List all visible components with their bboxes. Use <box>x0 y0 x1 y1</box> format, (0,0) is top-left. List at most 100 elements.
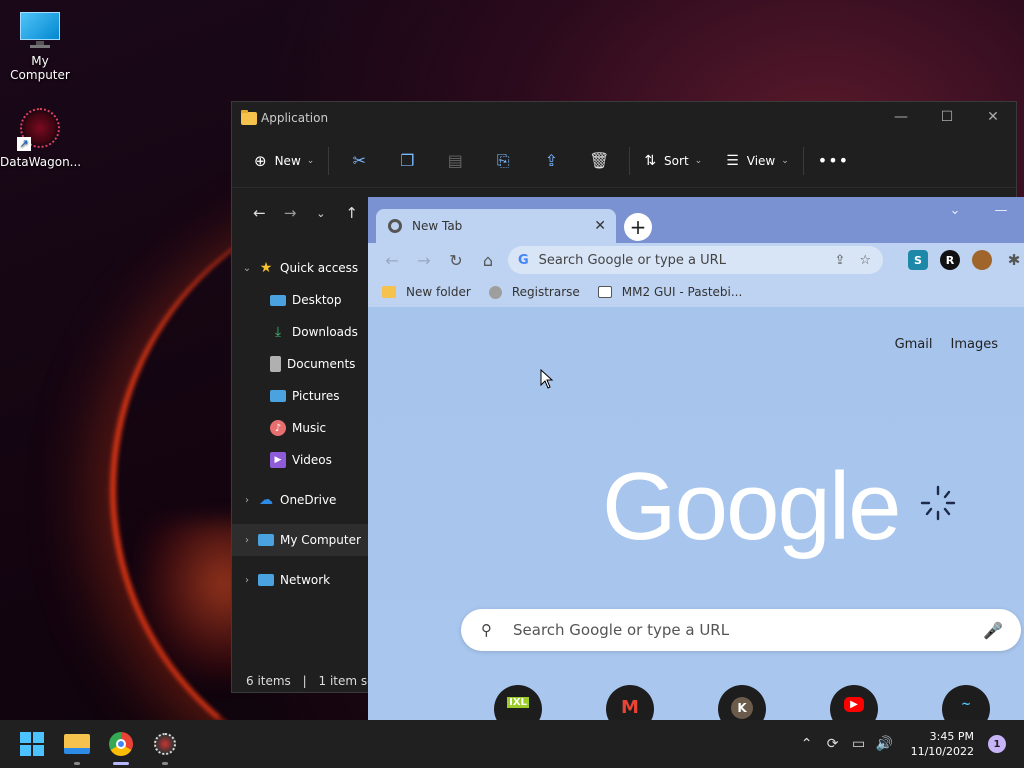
forward-arrow-icon[interactable]: → <box>408 251 440 270</box>
extension-s-icon[interactable]: S <box>908 250 928 270</box>
chevron-right-icon[interactable]: › <box>240 575 254 586</box>
close-tab-icon[interactable]: ✕ <box>594 218 606 234</box>
sidebar-item-label: Network <box>280 573 331 587</box>
folder-icon <box>241 109 257 125</box>
volume-icon[interactable]: 🔊 <box>873 736 897 752</box>
desktop-icon-my-computer[interactable]: My Computer <box>0 10 80 82</box>
gmail-link[interactable]: Gmail <box>895 337 933 352</box>
extensions-puzzle-icon[interactable]: ✱ <box>1004 250 1024 270</box>
chrome-toolbar: ← → ↻ ⌂ G Search Google or type a URL ⇪ … <box>368 243 1024 277</box>
tab-title: New Tab <box>412 219 463 233</box>
rename-icon[interactable]: ⎘ <box>487 145 519 177</box>
back-arrow-icon[interactable]: ← <box>376 251 408 270</box>
sidebar-item-music[interactable]: ♪ Music <box>232 412 368 444</box>
sidebar-item-network[interactable]: › Network <box>232 564 368 596</box>
cookie-extension-icon[interactable] <box>972 250 992 270</box>
share-icon[interactable]: ⇪ <box>535 145 567 177</box>
delete-icon[interactable]: 🗑 <box>583 145 615 177</box>
copy-icon[interactable]: ❐ <box>391 145 423 177</box>
chevron-right-icon[interactable]: › <box>240 535 254 546</box>
clock[interactable]: 3:45 PM 11/10/2022 <box>911 729 974 759</box>
sort-button[interactable]: ⇅ Sort ⌄ <box>636 145 710 177</box>
view-label: View <box>746 153 776 168</box>
loading-spinner-icon <box>920 485 956 521</box>
minimize-icon[interactable]: — <box>878 102 924 132</box>
file-explorer-icon[interactable] <box>57 720 97 768</box>
chevron-down-icon: ⌄ <box>306 155 315 166</box>
plus-circle-icon: ⊕ <box>254 151 267 170</box>
cut-icon[interactable]: ✂ <box>343 145 375 177</box>
sidebar-item-documents[interactable]: Documents <box>232 348 368 380</box>
windows-start-icon[interactable] <box>12 720 52 768</box>
bookmark-registrarse[interactable]: Registrarse <box>488 285 580 299</box>
maximize-icon[interactable]: ☐ <box>924 102 970 132</box>
sidebar-item-onedrive[interactable]: › ☁ OneDrive <box>232 484 368 516</box>
sidebar-item-label: Downloads <box>292 325 358 339</box>
minimize-icon[interactable]: — <box>978 203 1024 218</box>
sidebar-item-label: OneDrive <box>280 493 337 507</box>
bookmark-new-folder[interactable]: New folder <box>382 285 471 299</box>
network-icon <box>258 574 274 586</box>
network-tray-icon[interactable]: ▭ <box>847 736 871 752</box>
toolbar-divider <box>802 146 804 175</box>
ntp-search-placeholder: Search Google or type a URL <box>513 621 730 639</box>
chevron-right-icon[interactable]: › <box>240 495 254 506</box>
chrome-tab-strip: New Tab ✕ + ⌄ — <box>368 197 1024 243</box>
more-icon[interactable]: ••• <box>810 145 857 177</box>
chevron-up-icon[interactable]: ⌃ <box>795 736 819 752</box>
tab-search-chevron-icon[interactable]: ⌄ <box>932 203 978 218</box>
sidebar-item-desktop[interactable]: Desktop <box>232 284 368 316</box>
home-icon[interactable]: ⌂ <box>472 251 504 270</box>
recent-locations-chevron-icon[interactable]: ⌄ <box>306 207 337 220</box>
new-button[interactable]: ⊕ New ⌄ <box>246 145 322 177</box>
google-g-icon: G <box>518 252 529 268</box>
datawagon-icon[interactable] <box>145 720 185 768</box>
clock-time: 3:45 PM <box>929 730 974 743</box>
desktop-icon-label: DataWagon... <box>0 155 82 169</box>
notification-badge[interactable]: 1 <box>988 735 1006 753</box>
bookmark-mm2-gui[interactable]: MM2 GUI - Pastebi... <box>597 285 742 299</box>
explorer-window-controls: — ☐ ✕ <box>878 102 1016 132</box>
sidebar-item-label: Quick access <box>280 261 359 275</box>
share-icon[interactable]: ⇪ <box>834 253 845 268</box>
close-icon[interactable]: ✕ <box>970 102 1016 132</box>
images-link[interactable]: Images <box>951 337 999 352</box>
sidebar-item-label: Pictures <box>292 389 340 403</box>
chevron-down-icon: ⌄ <box>694 155 703 166</box>
pictures-icon <box>270 390 286 402</box>
sync-icon[interactable]: ⟳ <box>821 736 845 752</box>
datawagon-shortcut-icon: ↗ <box>17 105 63 151</box>
sidebar-item-quick-access[interactable]: ⌄ ★ Quick access <box>232 252 368 284</box>
cloud-icon: ☁ <box>259 492 273 508</box>
ntp-search-box[interactable]: ⚲ Search Google or type a URL 🎤 <box>461 609 1021 651</box>
extension-r-icon[interactable]: R <box>940 250 960 270</box>
sidebar-item-label: Desktop <box>292 293 342 307</box>
omnibox[interactable]: G Search Google or type a URL ⇪ ☆ <box>508 246 883 274</box>
forward-arrow-icon[interactable]: → <box>275 204 306 222</box>
tab-new-tab[interactable]: New Tab ✕ <box>376 209 616 243</box>
chevron-down-icon[interactable]: ⌄ <box>240 263 254 274</box>
chrome-window-controls: ⌄ — <box>932 203 1024 218</box>
desktop-icon-datawagon[interactable]: ↗ DataWagon... <box>0 105 82 169</box>
view-button[interactable]: ☰ View ⌄ <box>718 145 797 177</box>
ixl-icon: IXL <box>507 697 529 708</box>
back-arrow-icon[interactable]: ← <box>244 204 275 222</box>
monitor-icon <box>18 10 62 50</box>
up-arrow-icon[interactable]: ↑ <box>336 204 367 222</box>
sidebar-item-pictures[interactable]: Pictures <box>232 380 368 412</box>
status-item-count: 6 items <box>246 674 291 688</box>
sort-icon: ⇅ <box>644 152 657 169</box>
sidebar-item-label: My Computer <box>280 533 361 547</box>
sidebar-item-downloads[interactable]: ⤓ Downloads <box>232 316 368 348</box>
reload-icon[interactable]: ↻ <box>440 251 472 270</box>
sidebar-item-my-computer[interactable]: › My Computer <box>232 524 368 556</box>
sidebar-item-videos[interactable]: ▶ Videos <box>232 444 368 476</box>
bookmark-star-icon[interactable]: ☆ <box>859 253 871 268</box>
chrome-icon[interactable] <box>101 720 141 768</box>
gmail-icon: M <box>621 697 639 718</box>
microphone-icon[interactable]: 🎤 <box>983 621 1003 640</box>
toolbar-divider <box>629 146 631 175</box>
new-tab-plus-icon[interactable]: + <box>624 213 652 241</box>
explorer-title: Application <box>261 111 329 125</box>
paste-icon[interactable]: ▤ <box>439 145 471 177</box>
